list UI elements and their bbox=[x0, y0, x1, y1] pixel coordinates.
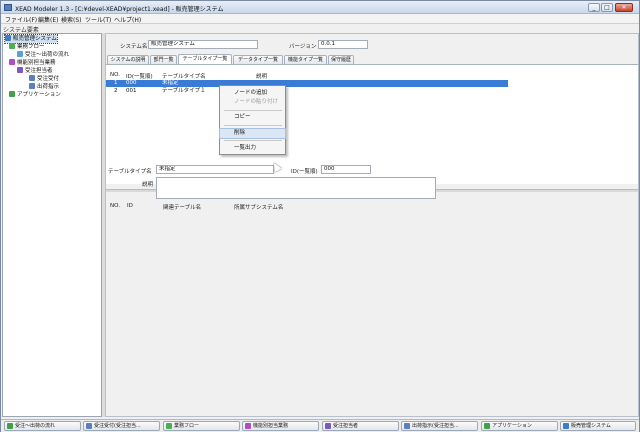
col-header-description[interactable]: 説明 bbox=[256, 72, 267, 80]
main-panel: システム名 販売管理システム バージョン 0.0.1 システムの説明 部門一覧 … bbox=[105, 33, 639, 417]
tree-node-business-flow[interactable]: 業務フロー bbox=[9, 43, 45, 51]
tab-table-types[interactable]: テーブルタイプ一覧 bbox=[178, 54, 232, 64]
minimize-button[interactable]: _ bbox=[588, 3, 600, 12]
menu-item-paste-node[interactable]: ノードの貼り付け bbox=[220, 98, 285, 107]
rel-col-header-table[interactable]: 関連テーブル名 bbox=[163, 203, 201, 211]
version-label: バージョン bbox=[289, 44, 317, 50]
history-button[interactable]: 機能別担当業務 bbox=[242, 421, 319, 431]
tree-node-order-receipt[interactable]: 受注受付 bbox=[29, 75, 59, 83]
tab-departments[interactable]: 部門一覧 bbox=[150, 55, 177, 64]
rel-col-header-no[interactable]: NO. bbox=[110, 203, 120, 209]
menu-separator bbox=[224, 125, 282, 126]
context-menu: ノードの追加 ノードの貼り付け コピー 削除 一覧出力 bbox=[219, 85, 286, 155]
history-button-bar: 受注～出荷の流れ 受注受付(受注担当... 業務フロー 機能別担当業務 受注担当… bbox=[1, 419, 639, 432]
tab-strip: システムの説明 部門一覧 テーブルタイプ一覧 データタイプ一覧 機能タイプ一覧 … bbox=[106, 54, 638, 64]
tree-node-order-staff[interactable]: 受注担当者 bbox=[17, 67, 53, 75]
id-label: ID(一覧順) bbox=[291, 169, 318, 175]
system-name-field[interactable]: 販売管理システム bbox=[148, 40, 258, 49]
id-field[interactable]: 000 bbox=[321, 165, 371, 174]
menu-item-export-list[interactable]: 一覧出力 bbox=[220, 144, 285, 153]
role-group-icon bbox=[9, 59, 15, 65]
task-icon bbox=[29, 83, 35, 89]
rel-col-header-id[interactable]: ID bbox=[127, 203, 133, 209]
task-icon bbox=[86, 423, 92, 429]
tree-node-system[interactable]: 販売管理システム bbox=[4, 34, 58, 44]
title-bar[interactable]: XEAD Modeler 1.3 - [C:¥devel-XEAD¥projec… bbox=[1, 1, 639, 14]
menu-file[interactable]: ファイル(F) bbox=[5, 15, 37, 24]
col-header-id[interactable]: ID(一覧順) bbox=[126, 72, 153, 80]
system-icon bbox=[563, 423, 569, 429]
menu-separator bbox=[224, 110, 282, 111]
menu-bar: ファイル(F) 編集(E) 検索(S) ツール(T) ヘルプ(H) bbox=[1, 14, 639, 24]
menu-item-copy[interactable]: コピー bbox=[220, 113, 285, 122]
application-icon bbox=[9, 91, 15, 97]
history-button[interactable]: 販売管理システム bbox=[560, 421, 636, 431]
history-button[interactable]: アプリケーション bbox=[481, 421, 558, 431]
tab-data-types[interactable]: データタイプ一覧 bbox=[233, 55, 283, 64]
description-label: 説明 bbox=[142, 182, 154, 188]
history-button[interactable]: 業務フロー bbox=[163, 421, 240, 431]
table-type-name-label: テーブルタイプ名 bbox=[108, 169, 152, 175]
system-element-tree[interactable]: 販売管理システム 業務フロー 受注～出荷の流れ 機能別担当業務 受注担当者 受注… bbox=[2, 33, 102, 417]
history-button[interactable]: 受注～出荷の流れ bbox=[4, 421, 81, 431]
col-header-no[interactable]: NO. bbox=[110, 72, 120, 78]
flow-icon bbox=[9, 43, 15, 49]
table-type-name-field[interactable]: 未指定 bbox=[156, 165, 274, 174]
tree-node-shipping[interactable]: 出荷指示 bbox=[29, 83, 59, 91]
flow-item-icon bbox=[17, 51, 23, 57]
table-row[interactable]: 2 001 テーブルタイプ１ bbox=[106, 88, 508, 95]
close-button[interactable]: ✕ bbox=[615, 3, 633, 12]
col-header-name[interactable]: テーブルタイプ名 bbox=[162, 72, 206, 80]
task-icon bbox=[404, 423, 410, 429]
menu-edit[interactable]: 編集(E) bbox=[38, 15, 58, 24]
menu-tools[interactable]: ツール(T) bbox=[85, 15, 111, 24]
role-group-icon bbox=[245, 423, 251, 429]
maximize-button[interactable]: □ bbox=[601, 3, 613, 12]
window-title: XEAD Modeler 1.3 - [C:¥devel-XEAD¥projec… bbox=[15, 6, 224, 13]
history-button[interactable]: 受注担当者 bbox=[322, 421, 399, 431]
task-icon bbox=[29, 75, 35, 81]
tree-node-role-tasks[interactable]: 機能別担当業務 bbox=[9, 59, 56, 67]
role-icon bbox=[17, 67, 23, 73]
description-textarea[interactable] bbox=[156, 177, 436, 199]
menu-separator bbox=[224, 140, 282, 141]
system-icon bbox=[5, 35, 11, 41]
tree-node-application[interactable]: アプリケーション bbox=[9, 91, 61, 99]
menu-help[interactable]: ヘルプ(H) bbox=[114, 15, 141, 24]
table-row[interactable]: 1 000 未指定 bbox=[106, 80, 508, 87]
version-field[interactable]: 0.0.1 bbox=[318, 40, 368, 49]
menu-search[interactable]: 検索(S) bbox=[61, 15, 82, 24]
rel-col-header-subsystem[interactable]: 所属サブシステム名 bbox=[234, 203, 283, 211]
app-icon bbox=[4, 4, 12, 11]
role-icon bbox=[325, 423, 331, 429]
menu-item-add-node[interactable]: ノードの追加 bbox=[220, 89, 285, 98]
history-button[interactable]: 出荷指示(受注担当... bbox=[401, 421, 478, 431]
related-table-list: NO. ID 関連テーブル名 所属サブシステム名 bbox=[106, 202, 346, 211]
tab-system-description[interactable]: システムの説明 bbox=[107, 55, 149, 64]
flow-icon bbox=[7, 423, 13, 429]
application-window: XEAD Modeler 1.3 - [C:¥devel-XEAD¥projec… bbox=[0, 0, 640, 432]
history-button[interactable]: 受注受付(受注担当... bbox=[83, 421, 160, 431]
tab-function-types[interactable]: 機能タイプ一覧 bbox=[284, 55, 327, 64]
tab-maintenance-history[interactable]: 保守履歴 bbox=[328, 55, 354, 64]
application-icon bbox=[484, 423, 490, 429]
system-name-label: システム名 bbox=[120, 44, 148, 50]
flow-icon bbox=[166, 423, 172, 429]
menu-item-delete[interactable]: 削除 bbox=[219, 128, 286, 139]
tree-node-order-flow[interactable]: 受注～出荷の流れ bbox=[17, 51, 69, 59]
